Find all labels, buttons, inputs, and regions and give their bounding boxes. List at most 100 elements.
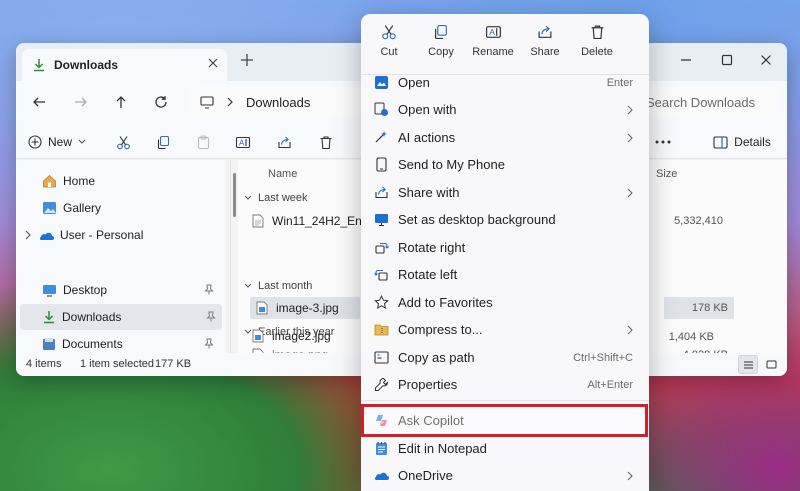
scrollbar-thumb[interactable] xyxy=(233,173,236,217)
details-label: Details xyxy=(734,135,771,149)
menu-item-label: Rotate right xyxy=(398,240,466,255)
chevron-right-icon xyxy=(627,471,633,481)
share-label: Share xyxy=(530,46,560,58)
menu-item-rotate-right[interactable]: Rotate right xyxy=(369,234,641,261)
search-placeholder: Search Downloads xyxy=(646,94,756,110)
sidebar-item-downloads[interactable]: Downloads xyxy=(20,304,222,330)
details-button[interactable]: Details xyxy=(712,129,772,155)
menu-item-onedrive[interactable]: OneDrive xyxy=(369,462,641,489)
menu-item-label: Open xyxy=(398,75,430,90)
sidebar-item-gallery[interactable]: Gallery xyxy=(42,195,212,221)
group-header[interactable]: Last month xyxy=(244,280,312,292)
chevron-right-icon xyxy=(226,97,234,107)
chevron-down-icon xyxy=(244,329,252,334)
copy-icon[interactable] xyxy=(150,129,176,155)
delete-button[interactable]: Delete xyxy=(571,24,623,72)
rename-label: Rename xyxy=(472,46,514,58)
share-with-icon xyxy=(373,184,389,200)
menu-item-add-to-favorites[interactable]: Add to Favorites xyxy=(369,289,641,316)
file-row-selected[interactable]: image-3.jpg xyxy=(250,297,360,319)
group-label: Last month xyxy=(258,280,313,292)
pane-divider[interactable] xyxy=(230,160,231,353)
pin-icon[interactable] xyxy=(204,338,214,349)
copy-button[interactable]: Copy xyxy=(415,24,467,72)
svg-text:A: A xyxy=(239,138,245,147)
menu-item-label: Properties xyxy=(398,377,458,392)
group-header[interactable]: Last week xyxy=(244,192,308,204)
file-name: image2.jpg xyxy=(272,329,331,343)
chevron-right-icon xyxy=(627,105,633,115)
share-icon xyxy=(537,24,553,40)
chevron-down-icon xyxy=(78,139,86,145)
delete-icon[interactable] xyxy=(313,129,339,155)
menu-item-send-to-my-phone[interactable]: Send to My Phone xyxy=(369,151,641,178)
share-icon[interactable] xyxy=(271,129,297,155)
selection-count: 1 item selected xyxy=(80,358,154,370)
paste-icon[interactable] xyxy=(190,129,216,155)
file-size: 5,332,410 xyxy=(674,215,723,227)
menu-item-properties[interactable]: Properties Alt+Enter xyxy=(369,371,641,398)
pin-icon[interactable] xyxy=(204,284,214,295)
file-size: 178 KB xyxy=(691,302,728,314)
search-input[interactable]: Search Downloads xyxy=(634,87,778,117)
monitor-icon xyxy=(200,95,214,109)
properties-icon xyxy=(373,376,389,392)
share-button[interactable]: Share xyxy=(519,24,571,72)
menu-item-label: Set as desktop background xyxy=(398,212,556,227)
sidebar-item-home[interactable]: Home xyxy=(42,168,212,194)
sidebar-item-label: Home xyxy=(63,174,96,188)
menu-item-label: OneDrive xyxy=(398,468,453,483)
menu-item-copy-as-path[interactable]: Copy as path Ctrl+Shift+C xyxy=(369,344,641,371)
back-arrow-icon[interactable] xyxy=(25,89,53,115)
menu-item-label: Rotate left xyxy=(398,267,458,282)
maximize-icon[interactable] xyxy=(705,43,749,77)
menu-item-open-with[interactable]: Open with xyxy=(369,96,641,123)
sidebar-item-user-personal[interactable]: User - Personal xyxy=(24,222,214,248)
image-file-icon xyxy=(256,301,268,315)
tab-label: Downloads xyxy=(54,58,119,72)
menu-item-label: Compress to... xyxy=(398,322,483,337)
new-button[interactable]: New xyxy=(28,129,86,155)
menu-item-edit-in-notepad[interactable]: Edit in Notepad xyxy=(369,435,641,462)
menu-item-ai-actions[interactable]: AI actions xyxy=(369,124,641,151)
column-header-size[interactable]: Size xyxy=(656,168,677,180)
cut-icon[interactable] xyxy=(110,129,136,155)
close-tab-icon[interactable] xyxy=(207,57,219,69)
navigation-pane: Home Gallery User - Personal Desktop Dow… xyxy=(16,160,226,353)
copy-icon xyxy=(433,24,449,40)
annotation-highlight-box xyxy=(361,404,648,437)
tiles-view-icon[interactable] xyxy=(761,355,781,374)
menu-item-share-with[interactable]: Share with xyxy=(369,179,641,206)
details-pane-icon xyxy=(713,135,728,149)
onedrive-icon xyxy=(38,230,54,241)
phone-icon xyxy=(373,156,389,172)
more-icon[interactable] xyxy=(650,129,676,155)
cut-button[interactable]: Cut xyxy=(363,24,415,72)
menu-item-label: Share with xyxy=(398,185,460,200)
rotate-left-icon xyxy=(373,266,389,282)
menu-item-set-desktop-background[interactable]: Set as desktop background xyxy=(369,206,641,233)
refresh-icon[interactable] xyxy=(147,89,175,115)
menu-item-compress-to[interactable]: Compress to... xyxy=(369,316,641,343)
selection-size: 177 KB xyxy=(155,358,192,370)
rename-icon[interactable]: A xyxy=(230,129,256,155)
menu-item-label: Open with xyxy=(398,102,457,117)
details-view-icon[interactable] xyxy=(738,355,758,374)
rename-button[interactable]: A Rename xyxy=(467,24,519,72)
file-row[interactable]: image2.jpg xyxy=(252,326,331,346)
minimize-icon[interactable] xyxy=(664,43,708,77)
address-bar[interactable]: Downloads xyxy=(190,87,370,117)
tab-downloads[interactable]: Downloads xyxy=(22,49,227,81)
menu-item-rotate-left[interactable]: Rotate left xyxy=(369,261,641,288)
close-icon[interactable] xyxy=(744,43,787,77)
sidebar-item-desktop[interactable]: Desktop xyxy=(42,277,220,303)
copy-label: Copy xyxy=(428,46,454,58)
up-arrow-icon[interactable] xyxy=(107,89,135,115)
pin-icon[interactable] xyxy=(206,311,216,322)
rename-icon: A xyxy=(485,24,502,40)
plus-icon[interactable] xyxy=(240,53,254,67)
menu-item-open[interactable]: Open Enter xyxy=(369,69,641,96)
column-header-name[interactable]: Name xyxy=(268,168,297,180)
forward-arrow-icon[interactable] xyxy=(67,89,95,115)
gallery-icon xyxy=(42,201,57,215)
